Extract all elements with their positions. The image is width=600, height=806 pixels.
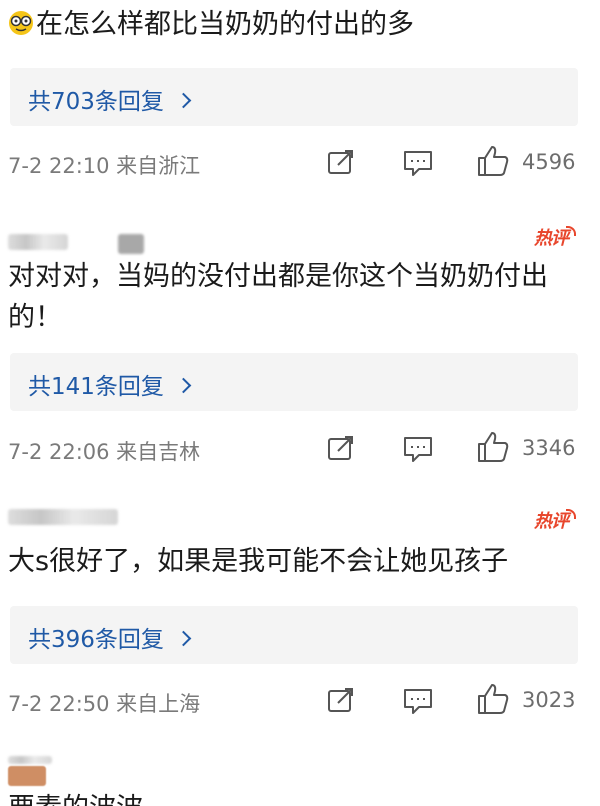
like-count: 3346 — [522, 436, 576, 460]
comment-text: 在怎么样都比当奶奶的付出的多 — [8, 4, 586, 45]
comment-4: 要素的波波 — [0, 750, 600, 806]
username-blurred — [118, 234, 144, 254]
reply-box[interactable]: 共396条回复 — [10, 606, 578, 664]
thumbs-up-icon[interactable] — [476, 144, 510, 178]
like-count: 4596 — [522, 150, 576, 174]
comment-icon[interactable] — [402, 148, 434, 178]
comment-1: 在怎么样都比当奶奶的付出的多 共703条回复 7-2 22:10 来自浙江 45… — [0, 0, 600, 200]
like-count: 3023 — [522, 688, 576, 712]
comment-text: 要素的波波 — [8, 788, 586, 806]
thumbs-up-icon[interactable] — [476, 430, 510, 464]
share-icon[interactable] — [326, 148, 356, 176]
comment-text: 大s很好了，如果是我可能不会让她见孩子 — [8, 546, 509, 577]
reply-box[interactable]: 共703条回复 — [10, 68, 578, 126]
thumbs-up-icon[interactable] — [476, 682, 510, 716]
comment-text: 对对对，当妈的没付出都是你这个当奶奶付出的！ — [8, 261, 548, 333]
chevron-right-icon — [175, 630, 192, 647]
comment-3: 热评 大s很好了，如果是我可能不会让她见孩子 共396条回复 7-2 22:50… — [0, 495, 600, 745]
hot-comment-badge: 热评 — [534, 507, 576, 533]
view-replies-link[interactable]: 共703条回复 — [28, 82, 192, 116]
comment-meta: 7-2 22:10 来自浙江 — [8, 154, 201, 178]
username-blurred — [8, 756, 52, 764]
chevron-right-icon — [175, 92, 192, 109]
username-blurred — [8, 234, 68, 250]
comment-icon[interactable] — [402, 434, 434, 464]
share-icon[interactable] — [326, 686, 356, 714]
reply-box[interactable]: 共141条回复 — [10, 353, 578, 411]
hot-comment-badge: 热评 — [534, 224, 576, 250]
view-replies-link[interactable]: 共141条回复 — [28, 367, 192, 401]
username-blurred — [8, 509, 118, 525]
share-icon[interactable] — [326, 434, 356, 462]
comment-icon[interactable] — [402, 686, 434, 716]
comment-2: 热评 对对对，当妈的没付出都是你这个当奶奶付出的！ 共141条回复 7-2 22… — [0, 210, 600, 490]
comment-meta: 7-2 22:06 来自吉林 — [8, 440, 201, 464]
view-replies-link[interactable]: 共396条回复 — [28, 620, 192, 654]
comment-meta: 7-2 22:50 来自上海 — [8, 692, 201, 716]
chevron-right-icon — [175, 377, 192, 394]
avatar-blurred — [8, 766, 46, 786]
grimace-emoji-icon — [9, 11, 33, 35]
